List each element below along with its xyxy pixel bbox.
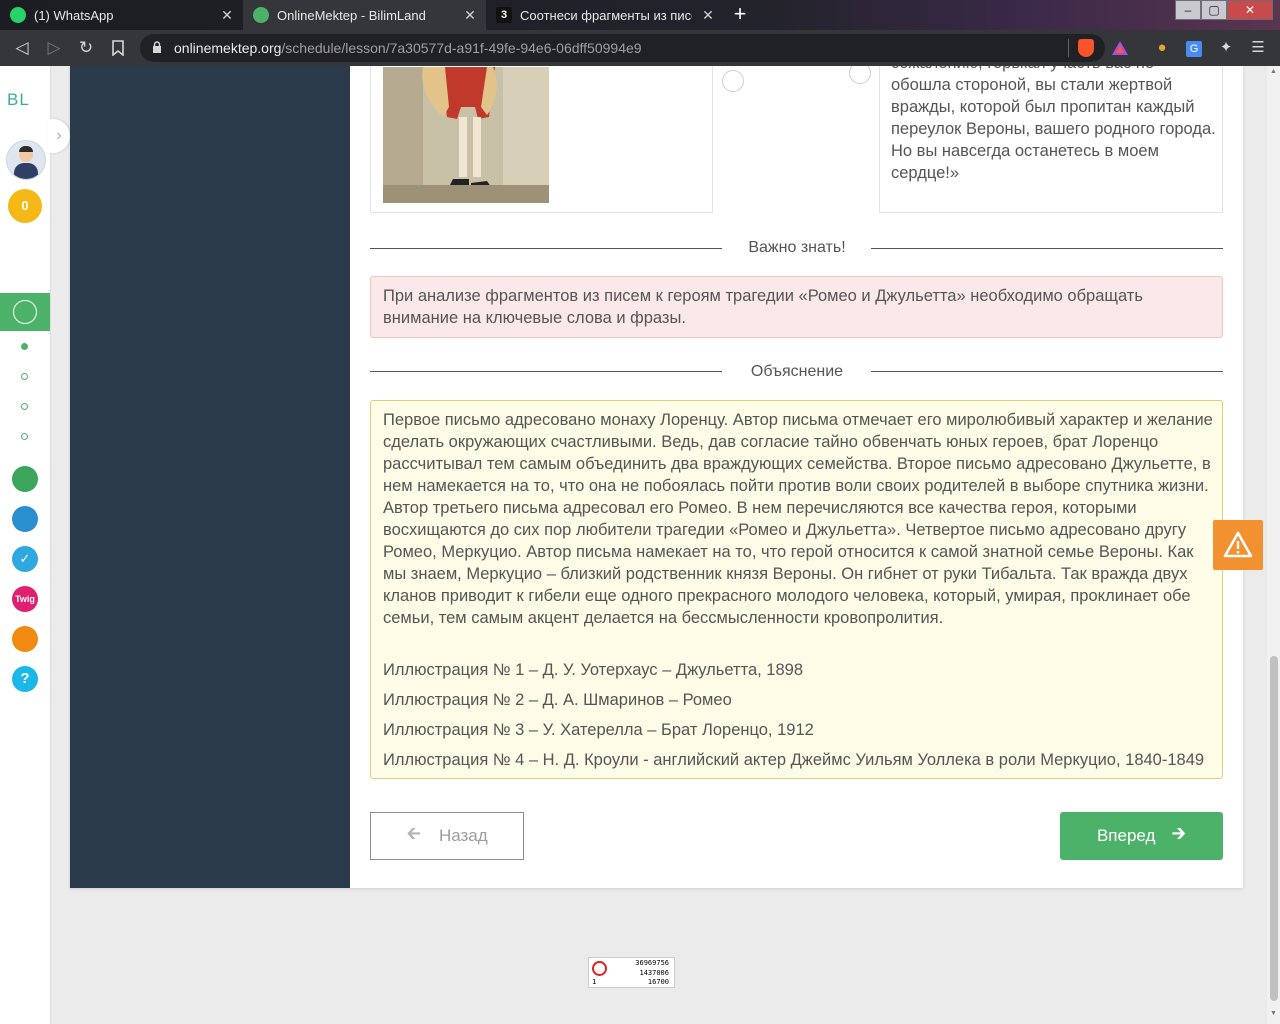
whatsapp-icon [10, 7, 26, 23]
window-close-button[interactable]: ✕ [1227, 0, 1273, 20]
forward-button[interactable]: Вперед 🡲 [1060, 812, 1223, 860]
maximize-button[interactable]: ▢ [1201, 0, 1227, 20]
close-icon[interactable]: ✕ [462, 7, 478, 23]
reload-icon[interactable]: ↻ [74, 36, 98, 60]
page-scrollbar[interactable]: ▲ ▼ [1267, 66, 1280, 1024]
twig-icon[interactable]: Twig [12, 586, 38, 612]
browser-toolbar: ◁ ▷ ↻ onlinemektep.org/schedule/lesson/7… [0, 30, 1280, 66]
counter-left: 1 [592, 978, 597, 986]
forward-button-label: Вперед [1096, 826, 1156, 845]
divider [871, 371, 1223, 372]
back-button-label: Назад [438, 826, 488, 845]
image-option-card [370, 66, 713, 213]
points-badge: 0 [8, 189, 42, 223]
tab-task[interactable]: 3 Соотнеси фрагменты из писем к ✕ [486, 0, 724, 30]
tab-title: (1) WhatsApp [34, 7, 114, 23]
tab-title: OnlineMektep - BilimLand [277, 7, 426, 23]
important-text: При анализе фрагментов из писем к героям… [383, 287, 1143, 327]
translate-icon[interactable]: G [1184, 38, 1204, 58]
bilimland-icon[interactable] [12, 466, 38, 492]
avatar[interactable] [6, 140, 46, 180]
arrow-right-icon: 🡲 [1171, 823, 1187, 843]
back-button[interactable]: 🡰 Назад [370, 812, 524, 860]
online-mektep-icon [13, 300, 37, 324]
extension-icon[interactable]: ● [1152, 38, 1172, 58]
tab-whatsapp[interactable]: (1) WhatsApp ✕ [0, 0, 243, 30]
report-error-button[interactable] [1213, 520, 1263, 570]
step-dot[interactable] [21, 373, 28, 380]
match-radio-left[interactable] [722, 70, 744, 92]
warning-icon [1223, 531, 1253, 558]
lesson-side-panel [70, 66, 350, 888]
scroll-up-icon[interactable]: ▲ [1270, 68, 1277, 75]
scrollbar-thumb[interactable] [1270, 656, 1278, 1001]
visit-counter[interactable]: 1 36969756 1437006 16700 [588, 957, 675, 988]
illustration-caption: Иллюстрация № 2 – Д. А. Шмаринов – Ромео [383, 691, 732, 709]
important-title: Важно знать! [748, 239, 846, 256]
close-icon[interactable]: ✕ [700, 7, 716, 23]
step-dot[interactable] [21, 343, 28, 350]
divider [871, 248, 1223, 249]
letter-option-card: сожалению, горькая участь вас не обошла … [879, 66, 1223, 213]
sidebar-item-online-mektep[interactable] [0, 293, 50, 331]
puzzle-icon[interactable]: ✦ [1216, 38, 1236, 58]
explanation-text: Первое письмо адресовано монаху Лоренцу.… [383, 411, 1213, 627]
check-icon[interactable]: ✓ [12, 546, 38, 572]
brave-rewards-icon[interactable] [1112, 41, 1128, 55]
app-sidebar: BL › 0 ✓ Twig ? [0, 66, 70, 1024]
lock-icon [153, 41, 161, 53]
minimize-button[interactable]: – [1175, 0, 1201, 20]
explanation-title: Объяснение [750, 363, 844, 380]
step-dot[interactable] [21, 433, 28, 440]
tab-title: Соотнеси фрагменты из писем к [520, 7, 692, 23]
counter-logo-icon [592, 961, 607, 976]
close-icon[interactable]: ✕ [219, 7, 235, 23]
scroll-down-icon[interactable]: ▼ [1270, 1010, 1277, 1017]
bilimland-icon [253, 7, 269, 23]
url-text: onlinemektep.org/schedule/lesson/7a30577… [174, 40, 642, 56]
divider [370, 371, 722, 372]
illustration-image [383, 67, 549, 203]
page-viewport: BL › 0 ✓ Twig ? обошла стороной, вы стал… [0, 66, 1267, 1024]
brave-shield-icon[interactable] [1078, 39, 1094, 57]
important-box: При анализе фрагментов из писем к героям… [370, 276, 1223, 338]
expand-sidebar-button[interactable]: › [48, 119, 70, 153]
divider [370, 248, 722, 249]
step-dot[interactable] [21, 403, 28, 410]
forward-icon[interactable]: ▷ [42, 36, 66, 60]
z-icon: 3 [496, 7, 512, 23]
illustration-caption: Иллюстрация № 3 – У. Хатерелла – Брат Ло… [383, 721, 814, 739]
back-icon[interactable]: ◁ [10, 36, 34, 60]
logo: BL [7, 90, 30, 109]
letter-fragment-text: сожалению, горькая участь вас не обошла … [891, 66, 1216, 182]
menu-icon[interactable]: ☰ [1248, 38, 1268, 58]
tab-strip: (1) WhatsApp ✕ OnlineMektep - BilimLand … [0, 0, 1280, 30]
bookmark-icon[interactable] [106, 36, 130, 60]
new-tab-button[interactable]: + [729, 3, 751, 25]
idealogy-icon[interactable] [12, 626, 38, 652]
arrow-left-icon: 🡰 [406, 823, 421, 843]
address-bar[interactable]: onlinemektep.org/schedule/lesson/7a30577… [140, 34, 1128, 62]
counter-values: 36969756 1437006 16700 [635, 959, 669, 986]
tab-bilimland[interactable]: OnlineMektep - BilimLand ✕ [243, 0, 486, 30]
help-icon[interactable]: ? [12, 666, 38, 692]
explanation-box: Первое письмо адресовано монаху Лоренцу.… [370, 400, 1223, 779]
bilimbook-icon[interactable] [12, 506, 38, 532]
illustration-caption: Иллюстрация № 1 – Д. У. Уотерхаус – Джул… [383, 661, 804, 679]
illustration-caption: Иллюстрация № 4 – Н. Д. Кроули - английс… [383, 751, 1205, 769]
